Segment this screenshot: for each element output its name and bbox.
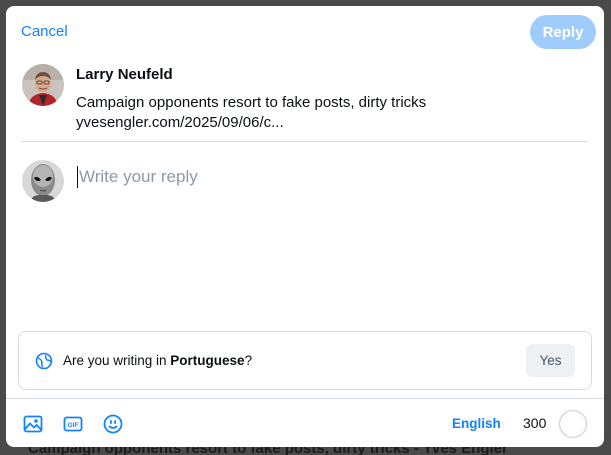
gif-icon[interactable]: GIF — [63, 414, 83, 434]
svg-text:GIF: GIF — [68, 422, 79, 429]
language-question: Are you writing in Portuguese? — [63, 353, 252, 368]
post-language-selector[interactable]: English — [452, 416, 501, 431]
user-avatar — [22, 160, 64, 202]
cancel-button[interactable]: Cancel — [21, 23, 68, 40]
detected-language: Portuguese — [170, 353, 245, 368]
image-icon[interactable] — [23, 414, 43, 434]
reply-composer: Write your reply — [22, 158, 588, 318]
author-avatar — [22, 64, 64, 106]
language-suggestion: Are you writing in Portuguese? Yes — [18, 331, 592, 390]
reply-input[interactable]: Write your reply — [77, 166, 577, 188]
translate-globe-icon — [35, 352, 53, 375]
post-text: Campaign opponents resort to fake posts,… — [76, 94, 427, 111]
reply-dialog: Cancel Reply Larry Neufeld Campaign oppo… — [6, 6, 604, 447]
character-count: 300 — [523, 415, 547, 431]
reply-button[interactable]: Reply — [530, 15, 596, 49]
yes-button[interactable]: Yes — [526, 344, 575, 377]
quoted-post: Larry Neufeld Campaign opponents resort … — [22, 64, 588, 142]
language-question-suffix: ? — [244, 353, 253, 368]
post-link[interactable]: yvesengler.com/2025/09/06/c... — [76, 114, 284, 131]
author-name[interactable]: Larry Neufeld — [76, 66, 173, 83]
emoji-icon[interactable] — [103, 414, 123, 434]
character-progress-ring — [558, 409, 588, 439]
dialog-header: Cancel Reply — [6, 6, 604, 58]
composer-toolbar: GIF English 300 — [6, 398, 604, 447]
language-question-prefix: Are you writing in — [63, 353, 171, 368]
